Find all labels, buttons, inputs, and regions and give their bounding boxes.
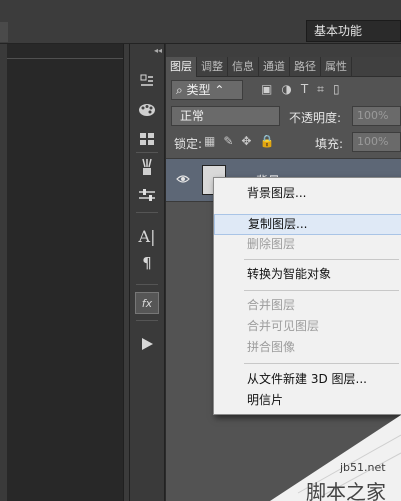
tab-properties[interactable]: 属性 bbox=[321, 57, 352, 77]
adjust-icon[interactable] bbox=[135, 184, 159, 206]
document-tab-stub[interactable] bbox=[0, 22, 8, 42]
watermark-url: jb51.net bbox=[340, 461, 386, 474]
tab-layers[interactable]: 图层 bbox=[166, 57, 197, 77]
paragraph-icon[interactable]: ¶ bbox=[135, 252, 159, 274]
menu-item-convert-to-smart-object[interactable]: 转换为智能对象 bbox=[214, 264, 401, 285]
swatches-icon[interactable] bbox=[135, 128, 159, 150]
lock-position-icon[interactable]: ✥ bbox=[241, 134, 251, 148]
layer-filter-dropdown[interactable]: ⌕ 类型 ⌃ bbox=[171, 80, 243, 100]
filter-row: ⌕ 类型 ⌃ ▣ ◑ T ⌗ ▯ bbox=[166, 78, 401, 104]
fx-icon[interactable]: fx bbox=[135, 292, 159, 314]
collapse-dock-icon[interactable]: ◂◂ bbox=[130, 46, 165, 56]
history-icon[interactable] bbox=[135, 70, 159, 92]
blend-row: 正常 不透明度: 100% bbox=[166, 104, 401, 130]
menu-item-delete-layer[interactable]: 删除图层 bbox=[214, 234, 401, 255]
menu-item-flatten-image[interactable]: 拼合图像 bbox=[214, 337, 401, 358]
lock-all-icon[interactable]: 🔒 bbox=[259, 134, 274, 148]
fill-field[interactable]: 100% bbox=[352, 132, 401, 152]
opacity-field[interactable]: 100% bbox=[352, 106, 401, 126]
type-filter-icon[interactable]: T bbox=[301, 82, 308, 97]
application-bar: 基本功能 bbox=[0, 0, 401, 44]
pixel-filter-icon[interactable]: ▣ bbox=[261, 82, 272, 97]
menu-item-merge-visible[interactable]: 合并可见图层 bbox=[214, 316, 401, 337]
layer-context-menu: 背景图层... 复制图层... 删除图层 转换为智能对象 合并图层 合并可见图层… bbox=[213, 177, 401, 415]
tab-paths[interactable]: 路径 bbox=[290, 57, 321, 77]
document-canvas[interactable] bbox=[0, 44, 123, 501]
adjustment-filter-icon[interactable]: ◑ bbox=[281, 82, 291, 97]
menu-item-postcard[interactable]: 明信片 bbox=[214, 390, 401, 411]
menu-item-new-3d-layer-from-file[interactable]: 从文件新建 3D 图层... bbox=[214, 369, 401, 390]
tab-channels[interactable]: 通道 bbox=[259, 57, 290, 77]
fill-label: 填充: bbox=[315, 137, 344, 151]
lock-image-icon[interactable]: ✎ bbox=[223, 134, 233, 148]
dock-separator bbox=[136, 320, 158, 321]
play-icon[interactable] bbox=[135, 333, 159, 355]
menu-item-merge-layers[interactable]: 合并图层 bbox=[214, 295, 401, 316]
menu-separator bbox=[244, 290, 399, 291]
menu-item-background-layer[interactable]: 背景图层... bbox=[214, 183, 401, 204]
lock-icons: ▦ ✎ ✥ 🔒 bbox=[204, 134, 274, 148]
tab-info[interactable]: 信息 bbox=[228, 57, 259, 77]
smart-object-filter-icon[interactable]: ▯ bbox=[333, 82, 340, 97]
toolbar-edge bbox=[0, 44, 7, 501]
tab-adjustments[interactable]: 调整 bbox=[197, 57, 228, 77]
panel-divider[interactable] bbox=[123, 44, 130, 501]
filter-icons: ▣ ◑ T ⌗ ▯ bbox=[261, 82, 340, 97]
dock-separator bbox=[136, 284, 158, 285]
panel-header-bar[interactable] bbox=[166, 44, 401, 57]
menu-separator bbox=[244, 363, 399, 364]
menu-separator bbox=[244, 259, 399, 260]
visibility-eye-icon[interactable] bbox=[176, 173, 190, 188]
palette-icon[interactable] bbox=[135, 99, 159, 121]
shape-filter-icon[interactable]: ⌗ bbox=[317, 82, 324, 97]
dock-separator bbox=[136, 212, 158, 213]
opacity-label: 不透明度: bbox=[289, 111, 342, 125]
panel-tabs: 图层 调整 信息 通道 路径 属性 bbox=[166, 57, 401, 77]
lock-transparent-icon[interactable]: ▦ bbox=[204, 134, 215, 148]
watermark-text: 脚本之家 bbox=[306, 480, 386, 501]
lock-row: 锁定: ▦ ✎ ✥ 🔒 填充: 100% bbox=[166, 130, 401, 156]
collapsed-panel-dock: ◂◂ A| ¶ fx bbox=[130, 44, 165, 501]
lock-label: 锁定: bbox=[174, 137, 203, 151]
brush-icon[interactable] bbox=[135, 156, 159, 178]
menu-item-duplicate-layer[interactable]: 复制图层... bbox=[214, 214, 401, 235]
canvas-ruler-line bbox=[7, 58, 123, 59]
dock-separator bbox=[136, 152, 158, 153]
character-icon[interactable]: A| bbox=[135, 225, 159, 247]
workspace-dropdown[interactable]: 基本功能 bbox=[306, 20, 401, 42]
blend-mode-dropdown[interactable]: 正常 bbox=[171, 106, 280, 126]
